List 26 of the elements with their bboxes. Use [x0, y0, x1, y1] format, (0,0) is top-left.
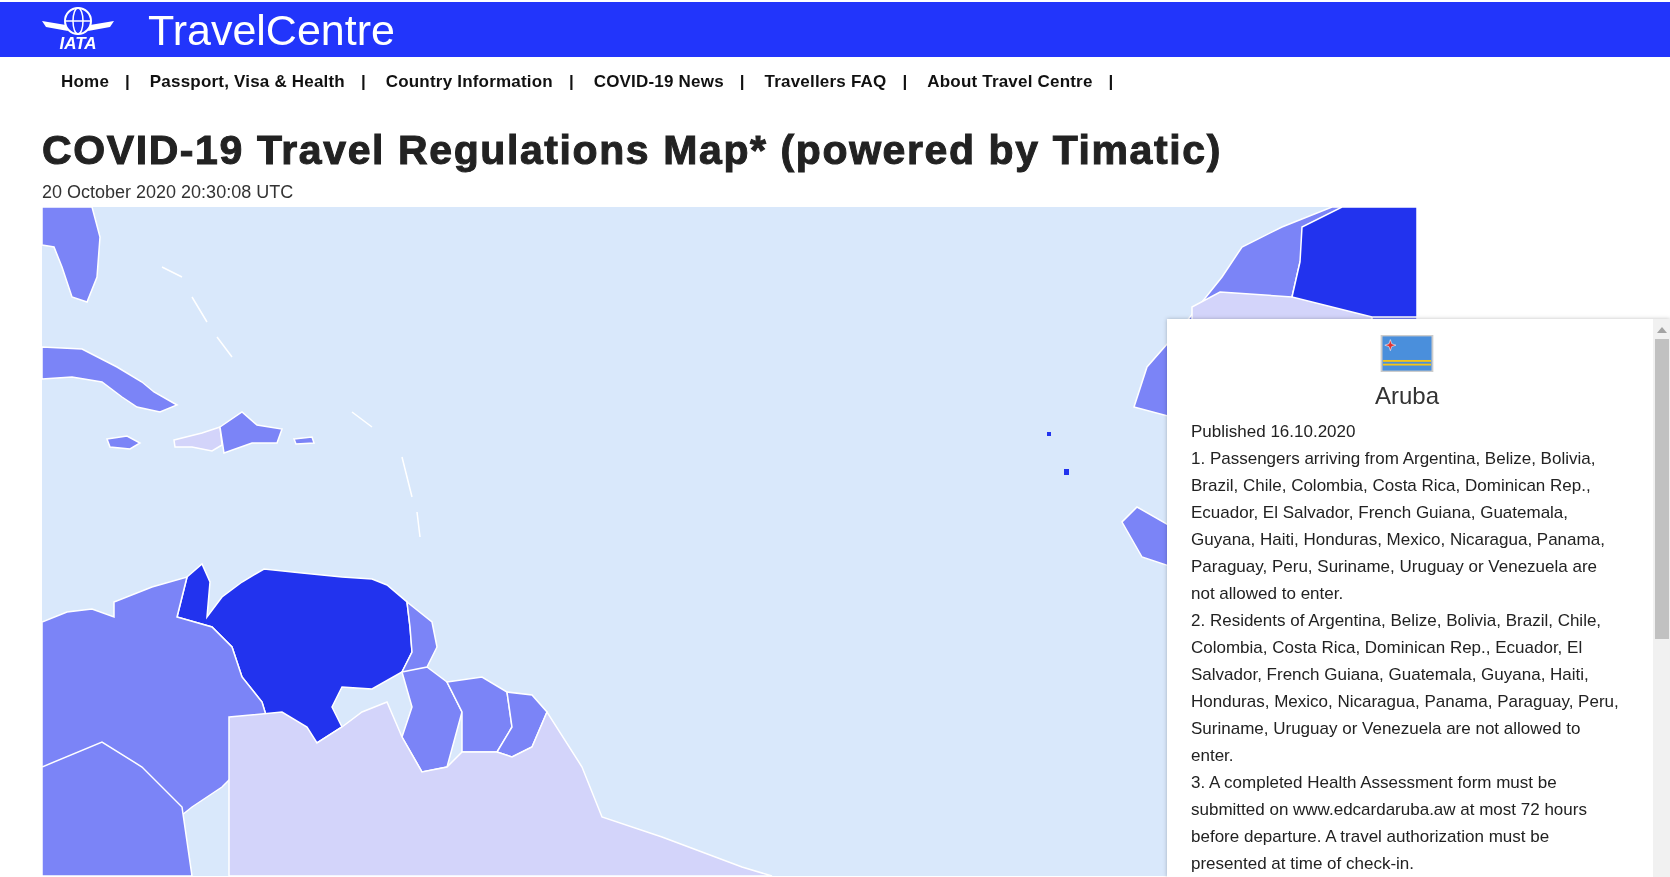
nav-separator: |	[902, 72, 908, 92]
nav-separator: |	[125, 72, 130, 92]
nav-link[interactable]: Passport, Visa & Health	[149, 72, 345, 92]
nav-separator: |	[568, 72, 574, 92]
regulation-text: 1. Passengers arriving from Argentina, Belize, Bolivia, Brazil, Chile, Colombia, Costa Rica, Dominican Rep., Ecuador, El Salvador, French Guiana, Guatemala, Guyana, Haiti, Honduras, Mexico, Nicaragua, Panama, Paraguay, Peru, Suriname, Uruguay or Venezuela are not allowed to enter.	[1191, 448, 1606, 605]
regulation-text: 3. A completed Health Assessment form must be submitted on www.edcardaruba.aw at most 72 hours before departure. A travel authorization must be presented at time of check-in.	[1191, 772, 1588, 875]
nav-link[interactable]: About Travel Centre	[927, 72, 1093, 92]
nav-separator: |	[1108, 72, 1114, 92]
nav-separator: |	[739, 72, 745, 92]
nav-link[interactable]: Home	[61, 72, 110, 92]
nav-link[interactable]: COVID-19 News	[593, 72, 724, 92]
country-name: Aruba	[1374, 382, 1439, 410]
scrollbar[interactable]	[1653, 319, 1670, 877]
globe-wings-icon	[42, 7, 114, 37]
page-title: COVID-19 Travel Regulations Map* (powered by Timatic)	[42, 127, 1223, 173]
scroll-up-icon[interactable]	[1656, 327, 1667, 333]
logo-text: IATA	[59, 35, 97, 52]
regulation-text: 2. Residents of Argentina, Belize, Bolivia, Brazil, Chile, Colombia, Costa Rica, Dominican Rep., Ecuador, El Salvador, French Guiana, Guatemala, Guyana, Haiti, Honduras, Mexico, Nicaragua, Panama, Paraguay, Peru, Suriname, Uruguay or Venezuela are not allowed to enter.	[1191, 610, 1619, 767]
flag-icon	[1379, 335, 1435, 372]
nav-link[interactable]: Country Information	[385, 72, 553, 92]
published-date: Published 16.10.2020	[1191, 421, 1357, 443]
nav-link[interactable]: Travellers FAQ	[764, 72, 887, 92]
brand-name[interactable]: TravelCentre	[148, 4, 395, 55]
nav-separator: |	[360, 72, 366, 92]
scrollbar-thumb[interactable]	[1654, 339, 1669, 639]
timestamp: 20 October 2020 20:30:08 UTC	[42, 181, 295, 203]
